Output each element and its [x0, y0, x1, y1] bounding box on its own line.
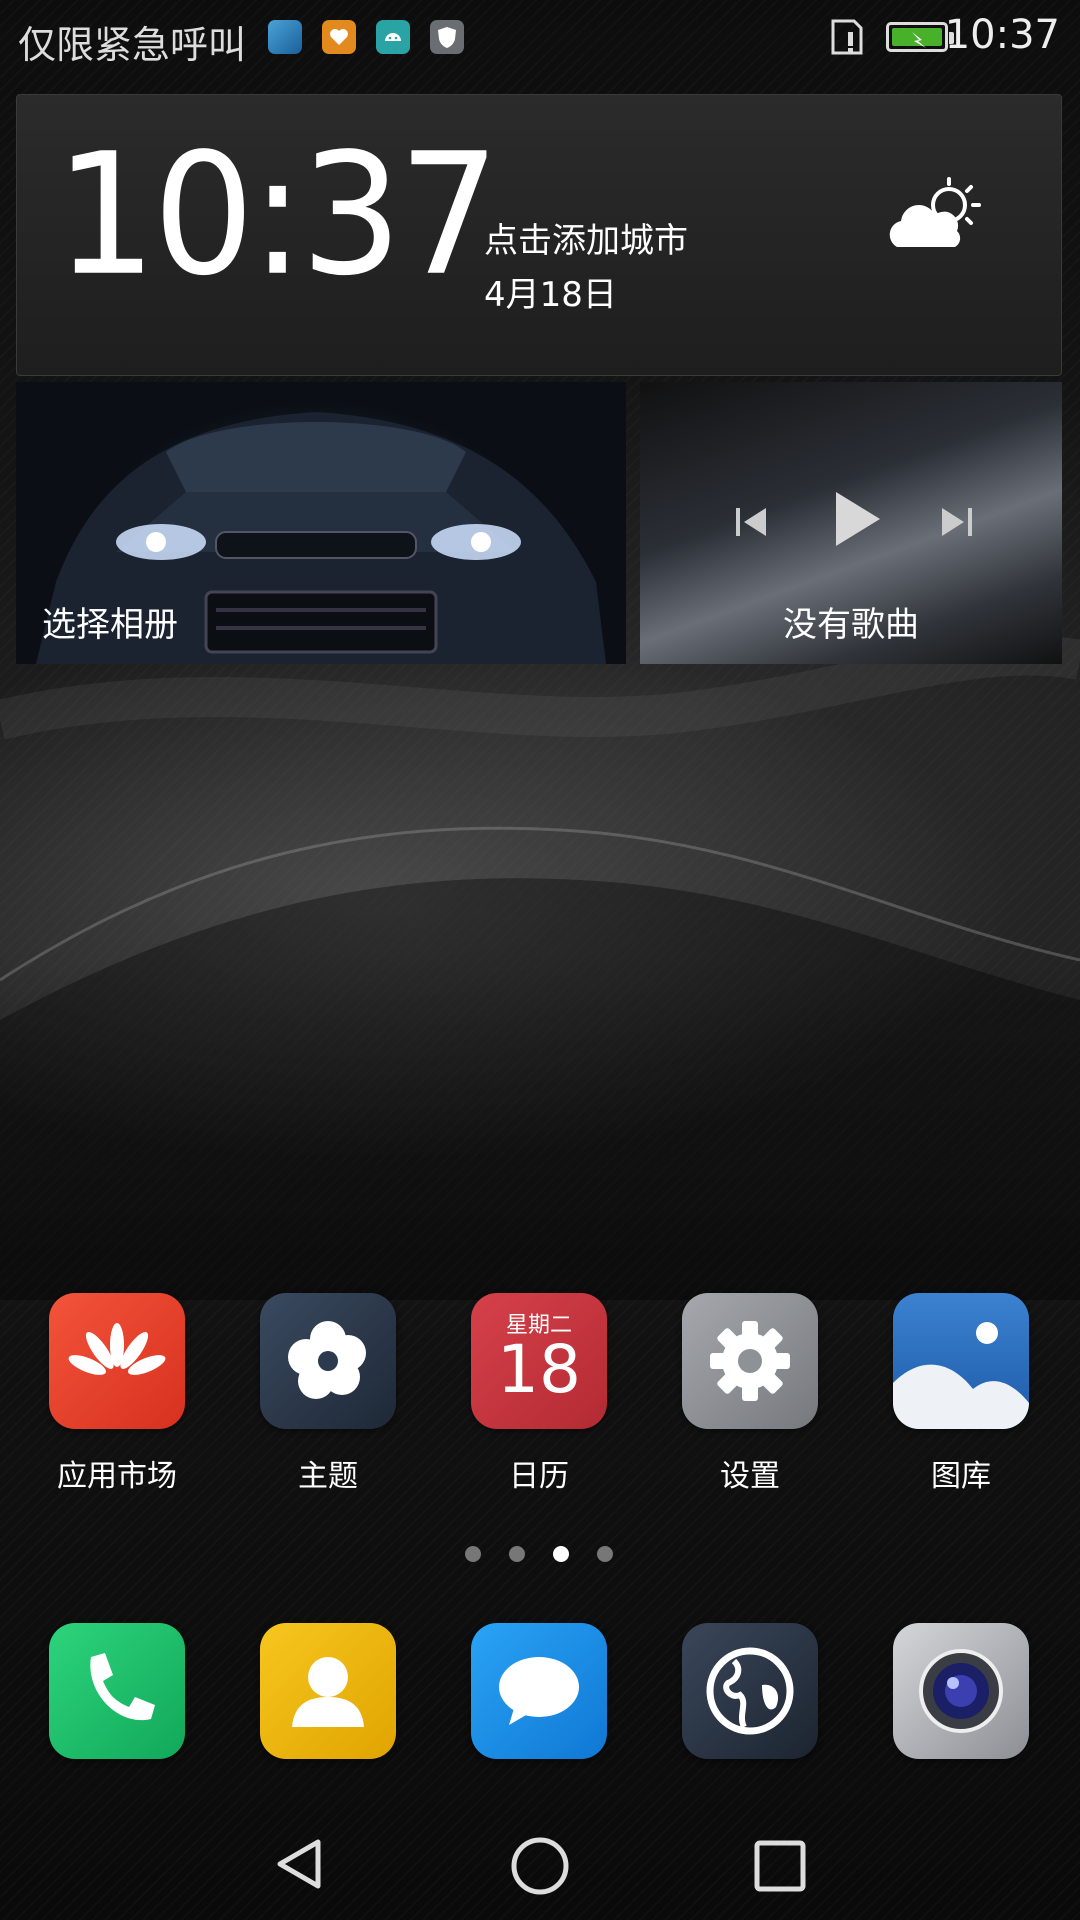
themes-icon[interactable] — [260, 1293, 396, 1429]
browser-icon[interactable] — [682, 1623, 818, 1759]
app-label: 图库 — [931, 1459, 991, 1494]
partly-cloudy-icon[interactable] — [879, 175, 989, 265]
app-calendar[interactable]: 星期二 18 日历 — [439, 1293, 639, 1495]
music-widget[interactable]: 没有歌曲 — [640, 382, 1062, 664]
app-appgallery[interactable]: 应用市场 — [17, 1293, 217, 1495]
back-icon[interactable] — [270, 1834, 330, 1894]
calendar-icon[interactable]: 星期二 18 — [471, 1293, 607, 1429]
page-dot[interactable] — [597, 1546, 613, 1562]
music-status-label: 没有歌曲 — [783, 605, 919, 645]
calendar-day: 18 — [497, 1331, 581, 1408]
wallpaper-wave — [0, 635, 1080, 1300]
page-dot[interactable] — [509, 1546, 525, 1562]
status-bar: 仅限紧急呼叫 10:37 — [0, 0, 1080, 75]
dock-messages[interactable] — [439, 1623, 639, 1759]
battery-icon — [886, 22, 954, 52]
app-label: 设置 — [720, 1459, 780, 1494]
app-label: 日历 — [509, 1459, 569, 1494]
settings-gear-icon[interactable] — [682, 1293, 818, 1429]
recents-icon[interactable] — [752, 1838, 808, 1894]
app-label: 应用市场 — [57, 1459, 177, 1494]
status-time: 10:37 — [944, 12, 1060, 58]
app-gallery[interactable]: 图库 — [861, 1293, 1061, 1495]
page-dot-active[interactable] — [553, 1546, 569, 1562]
page-indicator — [0, 1546, 1080, 1566]
weather-app-icon — [268, 20, 302, 54]
app-label: 主题 — [298, 1459, 358, 1494]
add-city-link[interactable]: 点击添加城市 — [484, 213, 688, 262]
health-app-icon — [322, 20, 356, 54]
dock-camera[interactable] — [861, 1623, 1061, 1759]
widget-clock-time[interactable]: 10:37 — [55, 130, 500, 299]
gallery-icon[interactable] — [893, 1293, 1029, 1429]
carrier-text: 仅限紧急呼叫 — [18, 23, 247, 67]
play-icon[interactable] — [826, 486, 886, 552]
home-icon[interactable] — [508, 1834, 572, 1898]
contacts-icon[interactable] — [260, 1623, 396, 1759]
android-icon — [376, 20, 410, 54]
shield-icon — [430, 20, 464, 54]
widget-date: 4月18日 — [484, 275, 617, 315]
app-themes[interactable]: 主题 — [228, 1293, 428, 1495]
navigation-bar — [0, 1800, 1080, 1920]
next-track-icon[interactable] — [936, 500, 976, 544]
sim-card-icon — [831, 19, 863, 55]
phone-icon[interactable] — [49, 1623, 185, 1759]
dock-phone[interactable] — [17, 1623, 217, 1759]
previous-track-icon[interactable] — [732, 500, 772, 544]
app-settings[interactable]: 设置 — [650, 1293, 850, 1495]
photo-album-widget[interactable]: 选择相册 — [16, 382, 626, 664]
messages-icon[interactable] — [471, 1623, 607, 1759]
page-dot[interactable] — [465, 1546, 481, 1562]
huawei-appgallery-icon[interactable] — [49, 1293, 185, 1429]
album-label: 选择相册 — [42, 605, 178, 645]
clock-weather-widget[interactable]: 10:37 点击添加城市 4月18日 — [16, 94, 1062, 376]
camera-icon[interactable] — [893, 1623, 1029, 1759]
dock-contacts[interactable] — [228, 1623, 428, 1759]
dock-browser[interactable] — [650, 1623, 850, 1759]
